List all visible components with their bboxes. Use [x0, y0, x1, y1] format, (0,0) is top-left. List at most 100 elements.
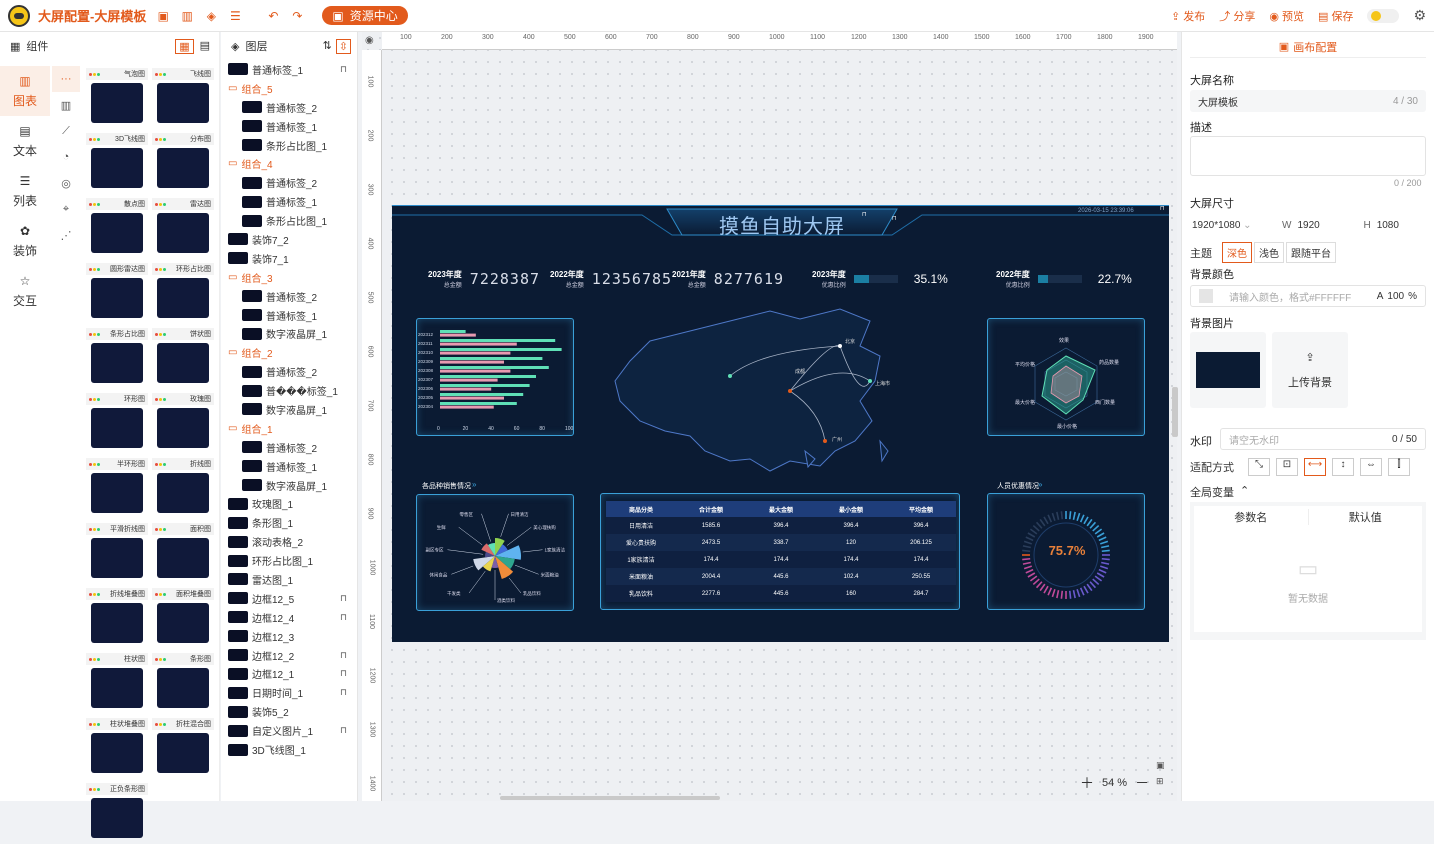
component-card[interactable]: 柱状堆叠图	[86, 718, 148, 779]
adapt-height-icon[interactable]: ↕	[1332, 458, 1354, 476]
width-input[interactable]: 1920	[1297, 220, 1357, 231]
height-input[interactable]: 1080	[1377, 220, 1399, 231]
theme-dark[interactable]: 深色	[1222, 242, 1252, 263]
layer-item[interactable]: 条形占比图_1	[228, 136, 357, 155]
chart-toggle-icon[interactable]: ▥	[180, 9, 194, 23]
layer-item[interactable]: 普通标签_2	[228, 98, 357, 117]
preview-button[interactable]: ◉ 预览	[1269, 8, 1304, 24]
tab-decoration[interactable]: ✿ 装饰	[0, 216, 50, 266]
desc-textarea[interactable]	[1190, 136, 1426, 176]
layer-item[interactable]: 边框12_2 ⊓	[228, 646, 357, 665]
layer-item[interactable]: 边框12_4 ⊓	[228, 608, 357, 627]
component-card[interactable]: 散点图	[86, 198, 148, 259]
lock-icon[interactable]: ⊓	[340, 668, 347, 679]
component-card[interactable]: 面积图	[152, 523, 214, 584]
global-vars-toggle[interactable]: 全局变量 ⌃	[1190, 484, 1249, 500]
undo-icon[interactable]: ↶	[266, 9, 280, 23]
ring-chart-icon[interactable]: ◎	[52, 170, 80, 196]
layer-item[interactable]: 数字液晶屏_1	[228, 324, 357, 343]
component-card[interactable]: 折柱混合图	[152, 718, 214, 779]
lock-icon[interactable]: ⊓	[340, 650, 347, 661]
layer-item[interactable]: 数字液晶屏_1	[228, 400, 357, 419]
theme-light[interactable]: 浅色	[1254, 242, 1284, 263]
layer-item[interactable]: 普通标签_2	[228, 173, 357, 192]
layer-item[interactable]: 普通标签_2	[228, 287, 357, 306]
bg-image-preview[interactable]	[1190, 332, 1266, 408]
settings-sliders-icon[interactable]: ☰	[228, 9, 242, 23]
layer-item[interactable]: 环形占比图_1	[228, 551, 357, 570]
adapt-auto-icon[interactable]: ⤡	[1248, 458, 1270, 476]
component-card[interactable]: 雷达图	[152, 198, 214, 259]
map-pin-icon[interactable]: ⌖	[52, 196, 80, 222]
layers-icon[interactable]: ◈	[204, 9, 218, 23]
expand-icon[interactable]: ⇳	[335, 38, 351, 54]
component-card[interactable]: 3D飞线图	[86, 133, 148, 194]
component-card[interactable]: 条形图	[152, 653, 214, 714]
layer-item[interactable]: 普通标签_2	[228, 362, 357, 381]
tab-list[interactable]: ☰ 列表	[0, 166, 50, 216]
watermark-input[interactable]: 请空无水印 0 / 50	[1220, 428, 1426, 450]
layer-group[interactable]: ▭ 组合_4	[228, 154, 357, 173]
right-scrollbar[interactable]	[1174, 387, 1178, 437]
gear-icon[interactable]: ⚙	[1413, 7, 1426, 24]
color-swatch-icon[interactable]	[1199, 289, 1213, 303]
component-card[interactable]: 环形图	[86, 393, 148, 454]
zoom-in-icon[interactable]: ＋	[1080, 773, 1094, 793]
component-card[interactable]: 半环形图	[86, 458, 148, 519]
lock-icon[interactable]: ⊓	[340, 725, 347, 736]
pie-chart-icon[interactable]: ◔	[52, 144, 80, 170]
component-card[interactable]: 玫瑰图	[152, 393, 214, 454]
scatter-icon[interactable]: ⋰	[52, 222, 80, 248]
redo-icon[interactable]: ↷	[290, 9, 304, 23]
canvas-config-tab[interactable]: ▣ 画布配置	[1190, 36, 1426, 58]
layer-item[interactable]: 条形图_1	[228, 513, 357, 532]
layer-group[interactable]: ▭ 组合_3	[228, 268, 357, 287]
layer-item[interactable]: 自定义图片_1 ⊓	[228, 721, 357, 740]
layer-item[interactable]: 普���标签_1	[228, 381, 357, 400]
share-button[interactable]: ⤴ 分享	[1219, 8, 1255, 24]
component-card[interactable]: 折线图	[152, 458, 214, 519]
adapt-fit-icon[interactable]: ⊡	[1276, 458, 1298, 476]
component-card[interactable]: 正负条形图	[86, 783, 148, 844]
layer-group[interactable]: ▭ 组合_1	[228, 419, 357, 438]
layer-item[interactable]: 普通标签_1	[228, 306, 357, 325]
minimap-icon[interactable]: ⊞	[1156, 776, 1164, 787]
layer-item[interactable]: 条形占比图_1	[228, 211, 357, 230]
resource-center-button[interactable]: ▣ 资源中心	[322, 6, 408, 25]
layer-item[interactable]: 边框12_3	[228, 627, 357, 646]
zoom-out-icon[interactable]: －	[1135, 773, 1149, 793]
component-card[interactable]: 环形占比图	[152, 263, 214, 324]
layer-item[interactable]: 装饰7_2	[228, 230, 357, 249]
layout-icon[interactable]: ▣	[156, 9, 170, 23]
tab-text[interactable]: ▤ 文本	[0, 116, 50, 166]
layer-item[interactable]: 装饰7_1	[228, 249, 357, 268]
component-card[interactable]: 折线堆叠图	[86, 588, 148, 649]
collapse-icon[interactable]: ⇅	[323, 39, 332, 54]
lock-icon[interactable]: ⊓	[340, 687, 347, 698]
eye-icon[interactable]: ◉	[365, 35, 374, 46]
tab-chart[interactable]: ▥ 图表	[0, 66, 50, 116]
name-input[interactable]: 大屏模板 4 / 30	[1190, 90, 1426, 112]
list-view-icon[interactable]: ▤	[197, 39, 213, 54]
layer-item[interactable]: 普通标签_1 ⊓	[228, 60, 357, 79]
component-card[interactable]: 柱状图	[86, 653, 148, 714]
save-button[interactable]: ▤ 保存	[1318, 8, 1353, 24]
layer-group[interactable]: ▭ 组合_2	[228, 343, 357, 362]
bg-color-input[interactable]: 请输入颜色，格式#FFFFFF A 100%	[1190, 285, 1426, 307]
fit-screen-icon[interactable]: ▣	[1156, 760, 1165, 771]
layer-item[interactable]: 普通标签_1	[228, 457, 357, 476]
layer-item[interactable]: 边框12_5 ⊓	[228, 589, 357, 608]
component-card[interactable]: 面积堆叠图	[152, 588, 214, 649]
alpha-input[interactable]: 100	[1387, 291, 1404, 302]
layer-group[interactable]: ▭ 组合_5	[228, 79, 357, 98]
layer-item[interactable]: 3D飞线图_1	[228, 740, 357, 759]
tab-star[interactable]: ☆ 交互	[0, 266, 50, 316]
component-card[interactable]: 飞线图	[152, 68, 214, 129]
theme-follow[interactable]: 跟随平台	[1286, 242, 1336, 263]
layer-item[interactable]: 普通标签_2	[228, 438, 357, 457]
bar-chart-icon[interactable]: ▥	[52, 92, 80, 118]
grid-view-icon[interactable]: ▦	[175, 38, 194, 54]
layer-item[interactable]: 日期时间_1 ⊓	[228, 683, 357, 702]
layer-item[interactable]: 滚动表格_2	[228, 532, 357, 551]
adapt-stretch-icon[interactable]: ⇔	[1360, 458, 1382, 476]
